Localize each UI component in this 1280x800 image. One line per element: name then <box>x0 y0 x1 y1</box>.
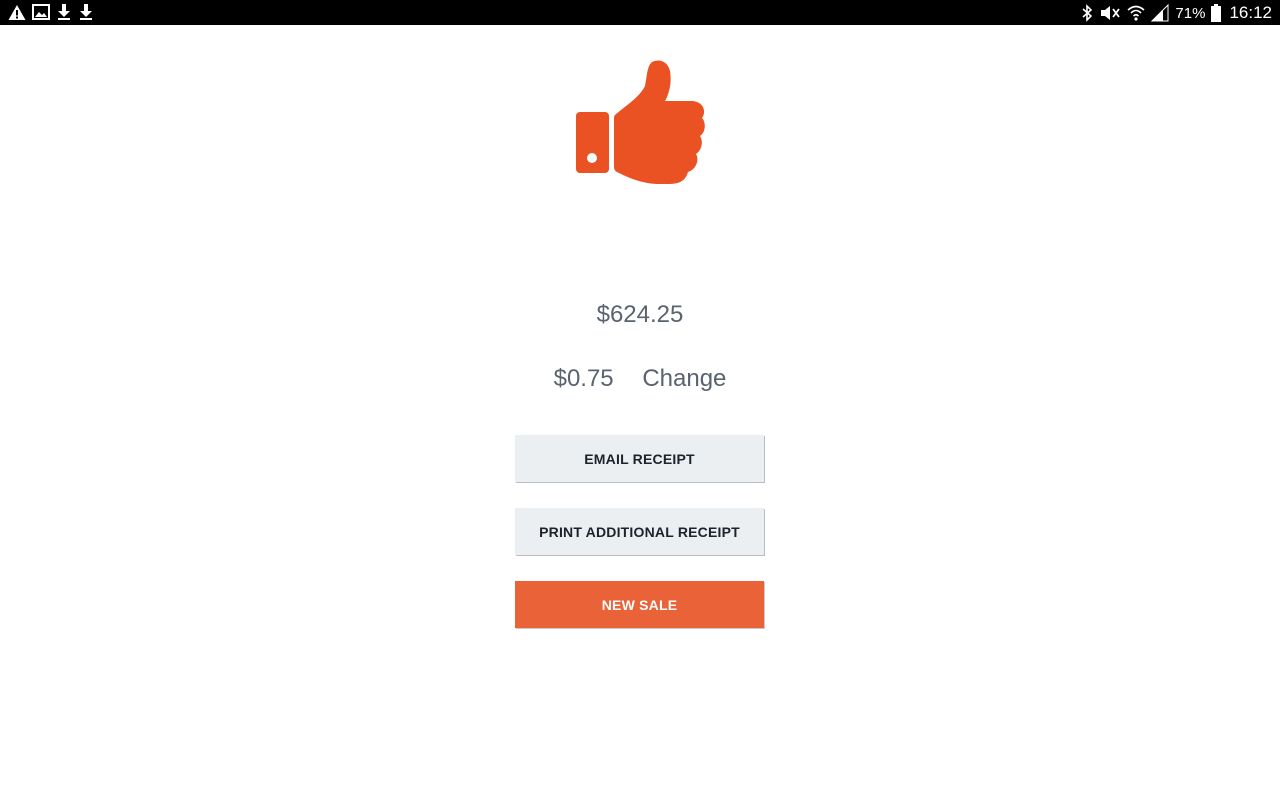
thumbs-up-icon <box>573 58 707 186</box>
battery-percent: 71% <box>1175 4 1206 22</box>
download-icon <box>56 3 72 21</box>
notification-icons <box>8 3 94 21</box>
mute-icon <box>1099 4 1121 22</box>
new-sale-button[interactable]: NEW SALE <box>515 581 764 628</box>
change-amount: $0.75 <box>553 365 614 392</box>
change-label: Change <box>642 365 727 392</box>
sale-total: $624.25 <box>596 301 684 328</box>
signal-icon <box>1151 4 1169 22</box>
status-bar: 71% 16:12 <box>0 0 1280 25</box>
download-icon <box>78 3 94 21</box>
bluetooth-icon <box>1081 4 1093 22</box>
system-icons: 71% 16:12 <box>1081 2 1272 24</box>
warning-icon <box>8 4 26 21</box>
email-receipt-button[interactable]: EMAIL RECEIPT <box>515 435 764 482</box>
print-additional-receipt-button[interactable]: PRINT ADDITIONAL RECEIPT <box>515 508 764 555</box>
battery-icon <box>1211 4 1222 22</box>
clock: 16:12 <box>1229 3 1272 22</box>
change-row: $0.75 Change <box>0 364 1280 394</box>
wifi-icon <box>1127 4 1145 22</box>
image-icon <box>32 4 50 20</box>
